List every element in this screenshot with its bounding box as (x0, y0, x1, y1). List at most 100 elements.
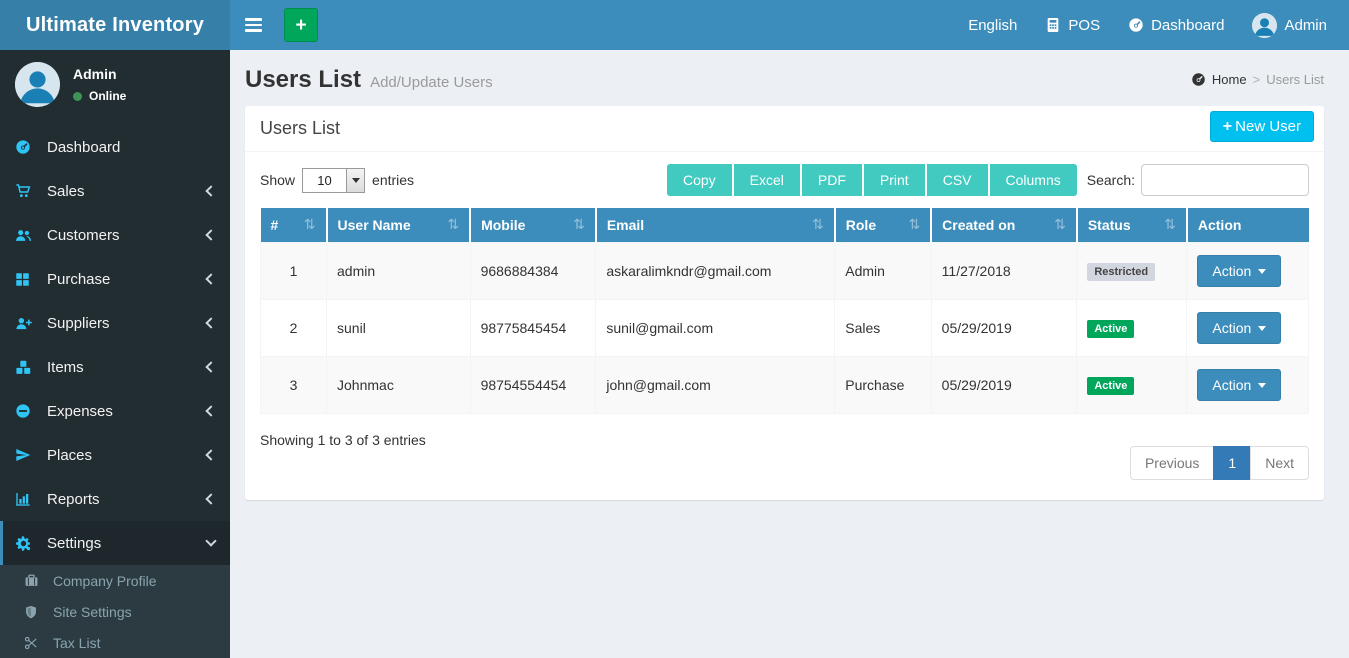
paper-plane-icon (15, 447, 37, 463)
search-input[interactable] (1141, 164, 1309, 196)
cell-mobile: 98775845454 (470, 300, 596, 357)
caret-down-icon (1258, 326, 1266, 335)
cell-created-on: 05/29/2019 (931, 300, 1077, 357)
sidebar-item-site-settings[interactable]: Site Settings (0, 596, 230, 627)
plus-icon: + (295, 16, 306, 35)
sidebar-item-reports[interactable]: Reports (0, 477, 230, 521)
gears-icon (15, 535, 37, 552)
action-dropdown-button[interactable]: Action (1197, 312, 1281, 344)
sidebar-item-suppliers[interactable]: Suppliers (0, 301, 230, 345)
table-row: 2 sunil 98775845454 sunil@gmail.com Sale… (261, 300, 1309, 357)
sidebar-item-expenses[interactable]: Expenses (0, 389, 230, 433)
sort-icon: ⇅ (812, 217, 824, 233)
sort-icon: ⇅ (1164, 217, 1176, 233)
header-number[interactable]: #⇅ (261, 208, 327, 243)
chevron-down-icon (205, 535, 216, 546)
language-menu[interactable]: English (954, 0, 1031, 50)
online-status-label[interactable]: Online (89, 89, 126, 103)
sidebar-item-customers[interactable]: Customers (0, 213, 230, 257)
home-icon (1191, 72, 1206, 87)
panel-title: Users List (260, 118, 340, 138)
page-1-button[interactable]: 1 (1213, 446, 1251, 480)
action-dropdown-button[interactable]: Action (1197, 369, 1281, 401)
sort-icon: ⇅ (447, 217, 459, 233)
plus-icon: + (1223, 119, 1232, 135)
tachometer-icon (15, 139, 37, 155)
header-role[interactable]: Role⇅ (835, 208, 931, 243)
chevron-left-icon (205, 185, 216, 196)
app-logo[interactable]: Ultimate Inventory (0, 0, 230, 50)
sort-icon: ⇅ (908, 217, 920, 233)
page-title: Users List (245, 66, 361, 94)
show-label: Show (260, 172, 295, 188)
header-username[interactable]: User Name⇅ (327, 208, 471, 243)
cell-action: Action (1187, 357, 1309, 414)
shield-icon (24, 605, 44, 619)
table-row: 1 admin 9686884384 askaralimkndr@gmail.c… (261, 243, 1309, 300)
header-created-on[interactable]: Created on⇅ (931, 208, 1077, 243)
sidebar-item-places[interactable]: Places (0, 433, 230, 477)
sidebar-user-panel: Admin Online (0, 50, 230, 121)
navbar: + English POS Dashboard (230, 0, 1349, 50)
select-arrow-icon (346, 169, 364, 192)
header-status[interactable]: Status⇅ (1077, 208, 1187, 243)
suitcase-icon (24, 573, 44, 588)
sidebar-item-sales[interactable]: Sales (0, 169, 230, 213)
sidebar: Admin Online Dashboard Sales Customers (0, 50, 230, 632)
breadcrumb: Home > Users List (1191, 72, 1324, 87)
sidebar-toggle-button[interactable] (230, 0, 276, 50)
cell-role: Sales (835, 300, 931, 357)
pos-link[interactable]: POS (1031, 0, 1114, 50)
dashboard-link[interactable]: Dashboard (1114, 0, 1238, 50)
caret-down-icon (1258, 383, 1266, 392)
page-length-select[interactable]: 10 (302, 168, 365, 193)
pdf-button[interactable]: PDF (802, 164, 862, 196)
cell-email: sunil@gmail.com (596, 300, 835, 357)
cell-action: Action (1187, 243, 1309, 300)
cell-number: 3 (261, 357, 327, 414)
copy-button[interactable]: Copy (667, 164, 732, 196)
csv-button[interactable]: CSV (927, 164, 988, 196)
sidebar-item-purchase[interactable]: Purchase (0, 257, 230, 301)
quick-add-button[interactable]: + (284, 8, 318, 42)
print-button[interactable]: Print (864, 164, 925, 196)
hamburger-icon (245, 18, 262, 32)
next-page-button[interactable]: Next (1250, 446, 1309, 480)
new-user-button[interactable]: + New User (1210, 111, 1314, 142)
settings-submenu: Company Profile Site Settings Tax List (0, 565, 230, 658)
header-email[interactable]: Email⇅ (596, 208, 835, 243)
sort-icon: ⇅ (304, 217, 316, 233)
page-subtitle: Add/Update Users (370, 74, 493, 91)
cell-username: Johnmac (327, 357, 471, 414)
previous-page-button[interactable]: Previous (1130, 446, 1214, 480)
header-action: Action (1187, 208, 1309, 243)
users-list-panel: Users List + New User Show 10 entries Co… (245, 106, 1324, 500)
header-mobile[interactable]: Mobile⇅ (470, 208, 596, 243)
user-plus-icon (15, 315, 37, 332)
online-status-icon (73, 92, 82, 101)
minus-circle-icon (15, 403, 37, 419)
sidebar-item-settings[interactable]: Settings (0, 521, 230, 565)
page-length-value: 10 (303, 169, 346, 192)
sidebar-user-name: Admin (73, 66, 126, 82)
sidebar-item-items[interactable]: Items (0, 345, 230, 389)
action-dropdown-button[interactable]: Action (1197, 255, 1281, 287)
columns-button[interactable]: Columns (990, 164, 1077, 196)
grid-icon (15, 272, 37, 287)
panel-header: Users List + New User (245, 106, 1324, 152)
excel-button[interactable]: Excel (734, 164, 800, 196)
chevron-left-icon (205, 493, 216, 504)
breadcrumb-home-link[interactable]: Home (1212, 72, 1247, 87)
avatar (1252, 13, 1277, 38)
cell-username: admin (327, 243, 471, 300)
table-footer: Showing 1 to 3 of 3 entries Previous 1 N… (260, 430, 1309, 480)
sidebar-item-company-profile[interactable]: Company Profile (0, 565, 230, 596)
cart-icon (15, 183, 37, 199)
user-menu[interactable]: Admin (1238, 0, 1341, 50)
sidebar-item-dashboard[interactable]: Dashboard (0, 125, 230, 169)
avatar[interactable] (15, 62, 60, 107)
bar-chart-icon (15, 491, 37, 507)
entries-label: entries (372, 172, 414, 188)
tachometer-icon (1128, 17, 1144, 33)
main-content: Users List Add/Update Users Home > Users… (230, 50, 1349, 632)
